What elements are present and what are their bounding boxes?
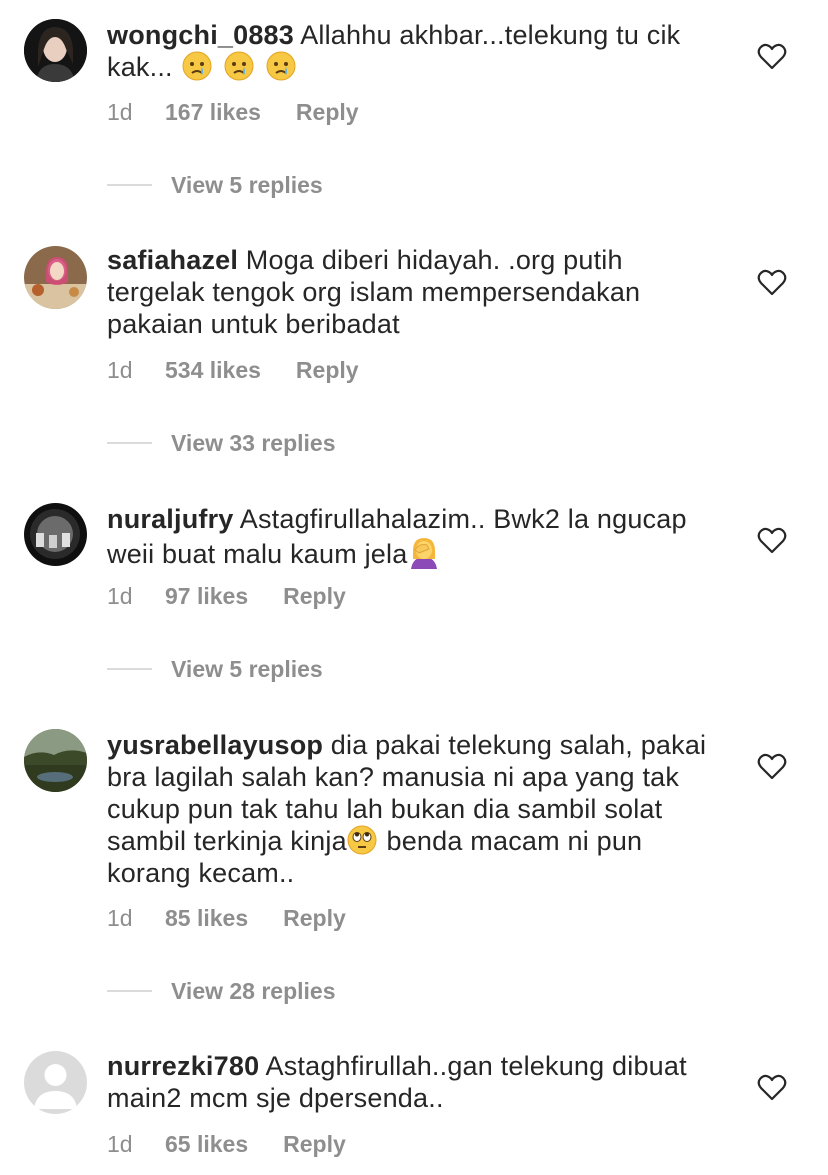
comment-body: safiahazel Moga diberi hidayah. .org put… bbox=[107, 244, 707, 340]
replies-divider bbox=[107, 184, 152, 186]
comment-body: wongchi_0883 Allahhu akhbar...telekung t… bbox=[107, 19, 707, 83]
comment-time: 1d bbox=[107, 98, 133, 125]
comment-likes[interactable]: 65 likes bbox=[165, 1131, 248, 1158]
facepalm-emoji bbox=[407, 535, 441, 569]
view-replies-button[interactable]: View 5 replies bbox=[107, 170, 323, 200]
view-replies-label: View 5 replies bbox=[171, 171, 323, 198]
comment-meta: 1d 65 likes Reply bbox=[107, 1129, 346, 1159]
view-replies-label: View 33 replies bbox=[171, 429, 336, 456]
reply-button[interactable]: Reply bbox=[283, 905, 346, 932]
reply-button[interactable]: Reply bbox=[296, 99, 359, 126]
comment-meta: 1d 85 likes Reply bbox=[107, 903, 346, 933]
comment-time: 1d bbox=[107, 904, 133, 931]
comment-time: 1d bbox=[107, 1130, 133, 1157]
comment-time: 1d bbox=[107, 582, 133, 609]
replies-divider bbox=[107, 668, 152, 670]
avatar[interactable] bbox=[24, 503, 87, 566]
comment-username[interactable]: nuraljufry bbox=[107, 504, 234, 534]
comment-username[interactable]: safiahazel bbox=[107, 245, 238, 275]
reply-button[interactable]: Reply bbox=[283, 583, 346, 610]
replies-divider bbox=[107, 442, 152, 444]
crying-face-emoji bbox=[266, 51, 296, 81]
view-replies-button[interactable]: View 33 replies bbox=[107, 428, 336, 458]
comment-meta: 1d 534 likes Reply bbox=[107, 355, 359, 385]
avatar[interactable] bbox=[24, 1051, 87, 1114]
comment-body: nuraljufry Astagfirullahalazim.. Bwk2 la… bbox=[107, 503, 707, 570]
comment-likes[interactable]: 97 likes bbox=[165, 583, 248, 610]
avatar[interactable] bbox=[24, 729, 87, 792]
heart-icon[interactable] bbox=[757, 752, 787, 780]
view-replies-label: View 5 replies bbox=[171, 655, 323, 682]
eye-roll-emoji bbox=[347, 825, 377, 855]
heart-icon[interactable] bbox=[757, 42, 787, 70]
comment-username[interactable]: yusrabellayusop bbox=[107, 730, 323, 760]
heart-icon[interactable] bbox=[757, 1073, 787, 1101]
comment-time: 1d bbox=[107, 356, 133, 383]
comment-likes[interactable]: 534 likes bbox=[165, 357, 261, 384]
avatar[interactable] bbox=[24, 246, 87, 309]
comment-likes[interactable]: 167 likes bbox=[165, 99, 261, 126]
comment-body: yusrabellayusop dia pakai telekung salah… bbox=[107, 729, 707, 889]
heart-icon[interactable] bbox=[757, 526, 787, 554]
heart-icon[interactable] bbox=[757, 268, 787, 296]
avatar[interactable] bbox=[24, 19, 87, 82]
crying-face-emoji bbox=[224, 51, 254, 81]
reply-button[interactable]: Reply bbox=[296, 357, 359, 384]
reply-button[interactable]: Reply bbox=[283, 1131, 346, 1158]
comment-meta: 1d 97 likes Reply bbox=[107, 581, 346, 611]
comment-likes[interactable]: 85 likes bbox=[165, 905, 248, 932]
comment-username[interactable]: wongchi_0883 bbox=[107, 20, 294, 50]
crying-face-emoji bbox=[182, 51, 212, 81]
replies-divider bbox=[107, 990, 152, 992]
comment-body: nurrezki780 Astaghfirullah..gan telekung… bbox=[107, 1050, 707, 1114]
view-replies-button[interactable]: View 28 replies bbox=[107, 976, 336, 1006]
view-replies-label: View 28 replies bbox=[171, 977, 336, 1004]
view-replies-button[interactable]: View 5 replies bbox=[107, 654, 323, 684]
comment-username[interactable]: nurrezki780 bbox=[107, 1051, 259, 1081]
comment-meta: 1d 167 likes Reply bbox=[107, 97, 359, 127]
